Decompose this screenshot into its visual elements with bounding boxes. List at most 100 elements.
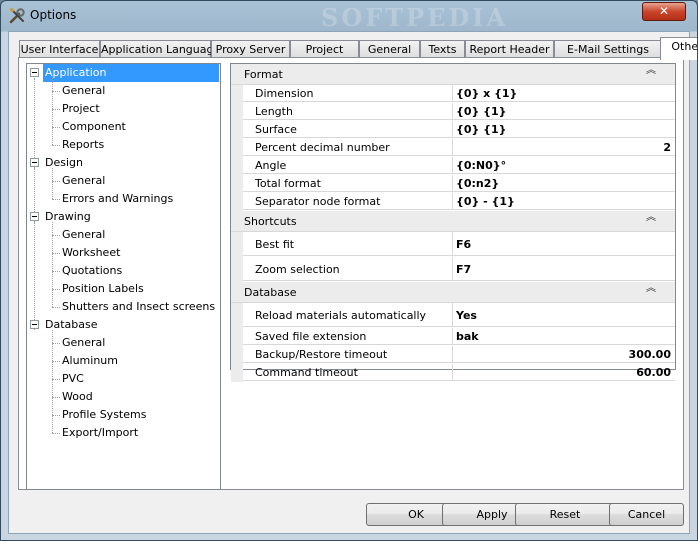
collapse-section-icon[interactable]: ︽ <box>646 213 656 223</box>
property-row[interactable]: Saved file extension bak <box>243 328 675 345</box>
property-row[interactable]: Angle {0:N0}° <box>243 157 675 174</box>
property-name-text: Reload materials automatically <box>255 309 427 322</box>
property-row[interactable]: Surface {0} {1} <box>243 121 675 138</box>
property-row[interactable]: Total format {0:n2} <box>243 175 675 192</box>
property-name-text: Angle <box>255 159 287 172</box>
property-value-text: {0:n2} <box>456 177 500 190</box>
property-grid: Format ︽ Dimension {0} x {1} Length {0} {1} Su… <box>230 63 676 382</box>
tree-item-drawing[interactable]: Drawing <box>43 208 93 226</box>
tree-item-design[interactable]: Design <box>43 154 85 172</box>
tree-item-label: Design <box>45 156 83 169</box>
tree-item-label: General <box>62 84 106 97</box>
property-value[interactable]: F6 <box>454 232 674 255</box>
property-row[interactable]: Reload materials automatically Yes <box>243 303 675 327</box>
tree-item-worksheet[interactable]: Worksheet <box>60 244 122 262</box>
property-value-text: F6 <box>456 238 472 251</box>
tree-item-label: General <box>62 336 106 349</box>
close-button[interactable]: ✕ <box>642 2 686 21</box>
tree-item-general[interactable]: General <box>60 334 107 352</box>
title-bar[interactable]: Options SOFTPEDIA ✕ <box>1 1 697 32</box>
tree-connector <box>52 91 60 92</box>
property-row[interactable]: Percent decimal number 2 <box>243 139 675 156</box>
tree-connector <box>52 415 60 416</box>
property-name: Reload materials automatically <box>243 303 453 326</box>
tree-item-label: Application <box>43 64 219 82</box>
cancel-button[interactable]: Cancel <box>609 503 684 526</box>
tree-item-general[interactable]: General <box>60 172 107 190</box>
collapse-section-icon[interactable]: ︽ <box>646 284 656 294</box>
property-value[interactable]: Yes <box>454 303 674 326</box>
property-value[interactable]: {0} - {1} <box>454 193 674 209</box>
section-header-database[interactable]: Database ︽ <box>231 282 675 303</box>
category-tree[interactable]: Application General Project Component Report… <box>26 63 221 490</box>
tree-item-project[interactable]: Project <box>60 100 102 118</box>
collapse-icon[interactable] <box>30 212 39 221</box>
reset-button[interactable]: Reset <box>515 503 615 526</box>
section-title: Shortcuts <box>244 215 297 228</box>
grid-gutter <box>231 85 243 211</box>
tree-item-label: Drawing <box>45 210 91 223</box>
tree-item-label: Shutters and Insect screens <box>62 300 216 313</box>
property-value[interactable]: 2 <box>454 139 674 155</box>
tree-connector <box>52 253 60 254</box>
tree-item-quotations[interactable]: Quotations <box>60 262 124 280</box>
window-title: Options <box>30 8 77 22</box>
property-value[interactable]: {0:N0}° <box>454 157 674 173</box>
property-row[interactable]: Zoom selection F7 <box>243 257 675 281</box>
property-value[interactable]: 300.00 <box>454 346 674 362</box>
property-row[interactable]: Separator node format {0} - {1} <box>243 193 675 210</box>
tree-item-application[interactable]: Application <box>43 64 219 82</box>
property-value[interactable]: {0:n2} <box>454 175 674 191</box>
tree-item-errors-and-warnings[interactable]: Errors and Warnings <box>60 190 175 208</box>
tree-item-general[interactable]: General <box>60 226 107 244</box>
tree-item-position-labels[interactable]: Position Labels <box>60 280 146 298</box>
tree-connector <box>52 168 53 199</box>
property-name-text: Separator node format <box>255 195 381 208</box>
property-name: Saved file extension <box>243 328 453 344</box>
tab-other[interactable]: Other <box>660 37 697 60</box>
section-title: Format <box>244 68 283 81</box>
collapse-section-icon[interactable]: ︽ <box>646 66 656 76</box>
tree-connector <box>52 109 60 110</box>
tree-item-wood[interactable]: Wood <box>60 388 95 406</box>
tree-item-aluminum[interactable]: Aluminum <box>60 352 120 370</box>
tree-item-label: Component <box>62 120 126 133</box>
softpedia-watermark: SOFTPEDIA <box>321 3 509 32</box>
property-name: Length <box>243 103 453 119</box>
collapse-icon[interactable] <box>30 158 39 167</box>
property-row[interactable]: Dimension {0} x {1} <box>243 85 675 102</box>
tree-connector <box>52 289 60 290</box>
section-header-format[interactable]: Format ︽ <box>231 64 675 85</box>
close-icon: ✕ <box>658 4 670 18</box>
tree-item-profile-systems[interactable]: Profile Systems <box>60 406 148 424</box>
tree-item-label: Wood <box>62 390 93 403</box>
section-header-shortcuts[interactable]: Shortcuts ︽ <box>231 211 675 232</box>
tree-item-export-import[interactable]: Export/Import <box>60 424 140 442</box>
tree-connector <box>52 271 60 272</box>
tree-item-shutters-and-insect-screens[interactable]: Shutters and Insect screens <box>60 298 217 316</box>
tree-item-general[interactable]: General <box>60 82 107 100</box>
tree-connector <box>34 222 35 330</box>
property-row[interactable]: Best fit F6 <box>243 232 675 256</box>
property-name-text: Total format <box>255 177 321 190</box>
property-value[interactable]: {0} x {1} <box>454 85 674 101</box>
property-value[interactable]: 60.00 <box>454 364 674 380</box>
tree-item-pvc[interactable]: PVC <box>60 370 86 388</box>
property-row[interactable]: Backup/Restore timeout 300.00 <box>243 346 675 363</box>
property-value[interactable]: bak <box>454 328 674 344</box>
collapse-icon[interactable] <box>30 320 39 329</box>
property-value-text: {0} - {1} <box>456 195 515 208</box>
tree-connector <box>52 145 60 146</box>
property-row[interactable]: Command timeout 60.00 <box>243 364 675 381</box>
collapse-icon[interactable] <box>30 68 39 77</box>
property-value[interactable]: {0} {1} <box>454 103 674 119</box>
tools-icon <box>9 7 25 24</box>
property-value[interactable]: F7 <box>454 257 674 280</box>
property-value[interactable]: {0} {1} <box>454 121 674 137</box>
property-value-text: 2 <box>663 141 671 154</box>
property-row[interactable]: Length {0} {1} <box>243 103 675 120</box>
tree-item-label: Quotations <box>62 264 123 277</box>
tree-item-reports[interactable]: Reports <box>60 136 106 154</box>
tree-item-label: Aluminum <box>62 354 118 367</box>
tree-item-component[interactable]: Component <box>60 118 128 136</box>
